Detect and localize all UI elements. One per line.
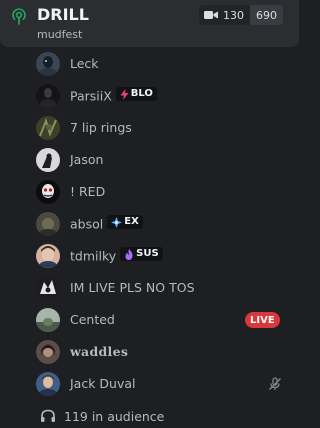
avatar: [36, 116, 60, 140]
member-name: tdmilky SUS: [70, 247, 163, 265]
avatar: [36, 180, 60, 204]
member-name: Jack Duval: [70, 376, 136, 391]
member-row[interactable]: waddles: [28, 337, 290, 367]
member-row[interactable]: 7 lip rings: [28, 113, 290, 143]
avatar: [36, 212, 60, 236]
avatar: [36, 244, 60, 268]
stream-count: 130: [223, 8, 244, 22]
channel-name: DRILL: [37, 5, 89, 24]
guild-tag: BLO: [115, 87, 157, 102]
member-row[interactable]: IM LIVE PLS NO TOS: [28, 273, 290, 303]
member-row[interactable]: ! RED: [28, 177, 290, 207]
total-count-pill: 690: [250, 5, 283, 25]
avatar: [36, 372, 60, 396]
member-row[interactable]: Jason: [28, 145, 290, 175]
member-name: waddles: [70, 344, 129, 359]
member-name-text: tdmilky: [70, 248, 117, 264]
member-row[interactable]: absol EX: [28, 209, 290, 239]
member-name: 7 lip rings: [70, 120, 132, 135]
guild-tag: SUS: [120, 247, 163, 262]
stream-count-pill: 130: [199, 5, 250, 25]
avatar: [36, 340, 60, 364]
member-name: absol EX: [70, 215, 143, 233]
mic-muted-icon: [269, 377, 281, 390]
member-row[interactable]: tdmilky SUS: [28, 241, 290, 271]
channel-subtitle: mudfest: [37, 28, 83, 41]
guild-tag-label: BLO: [130, 88, 153, 100]
guild-tag-label: SUS: [136, 248, 159, 260]
participant-counter: 130 690: [199, 5, 283, 25]
stage-channel-panel: DRILL mudfest 130 690 Leck ParsiiX BLO 7…: [0, 0, 299, 428]
flame-icon: [125, 248, 133, 260]
stage-channel-header[interactable]: DRILL mudfest 130 690: [0, 0, 299, 47]
member-name: ParsiiX BLO: [70, 87, 157, 105]
avatar: [36, 84, 60, 108]
guild-tag-label: EX: [124, 216, 139, 228]
member-row[interactable]: Leck: [28, 49, 290, 79]
member-row[interactable]: Cented LIVE: [28, 305, 290, 335]
headphones-icon: [41, 409, 55, 422]
member-name: Cented: [70, 312, 115, 327]
diamond-cross-icon: [111, 216, 123, 228]
member-name: IM LIVE PLS NO TOS: [70, 280, 195, 295]
member-name: Leck: [70, 56, 99, 71]
audience-label: 119 in audience: [64, 408, 165, 424]
member-name-text: absol: [70, 216, 104, 232]
member-name-text: ParsiiX: [70, 88, 112, 104]
lightning-icon: [120, 88, 129, 100]
avatar: [36, 52, 60, 76]
audience-count[interactable]: 119 in audience: [40, 406, 164, 426]
member-row[interactable]: Jack Duval: [28, 369, 290, 399]
stage-channel-icon: [12, 8, 26, 25]
member-name: Jason: [70, 152, 104, 167]
total-count: 690: [256, 8, 277, 22]
avatar: [36, 148, 60, 172]
avatar: [36, 308, 60, 332]
guild-tag: EX: [107, 215, 143, 230]
member-row[interactable]: ParsiiX BLO: [28, 81, 290, 111]
member-name: ! RED: [70, 184, 106, 199]
video-camera-icon: [204, 11, 218, 19]
live-badge[interactable]: LIVE: [245, 312, 280, 328]
avatar: [36, 276, 60, 300]
